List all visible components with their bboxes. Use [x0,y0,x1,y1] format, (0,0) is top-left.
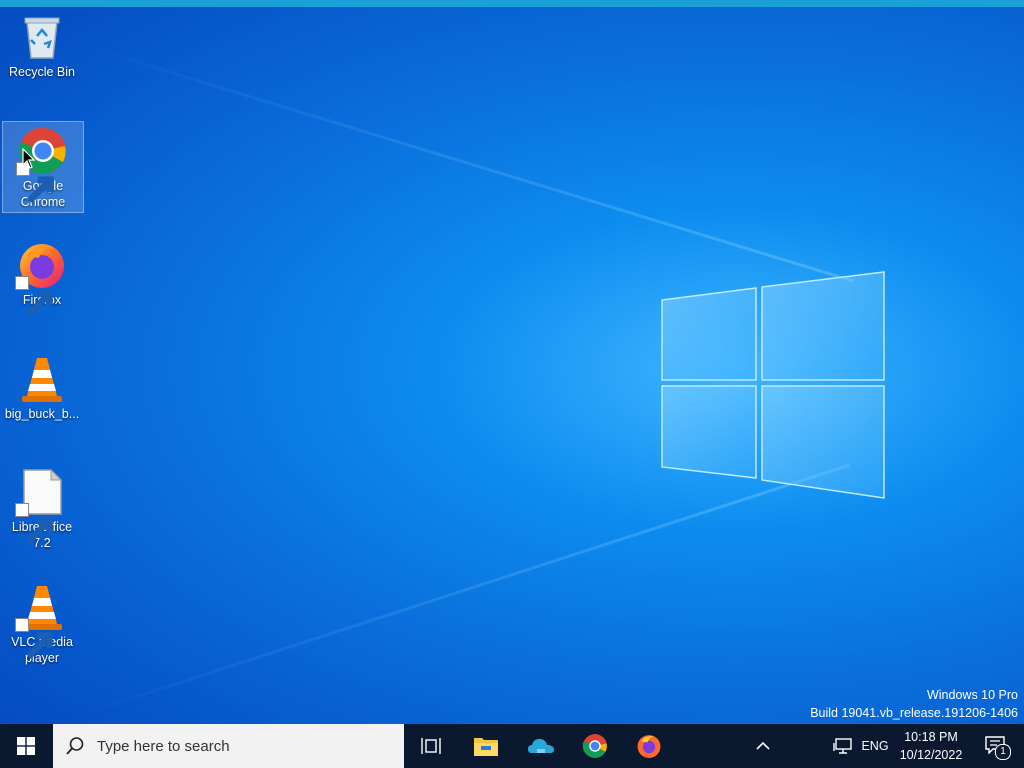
shortcut-arrow-icon [15,618,53,659]
onedrive-icon [528,738,554,753]
desktop-icon-firefox[interactable]: Firefox [2,236,82,317]
network-icon [833,738,852,754]
desktop-icon-recycle-bin[interactable]: Recycle Bin [2,8,82,80]
desktop-icon-libreoffice[interactable]: LibreOffice 7.2 [2,463,82,551]
shortcut-arrow-icon [15,503,53,544]
task-view-button[interactable] [407,724,455,768]
action-center-button[interactable]: 1 [972,724,1020,768]
clock-date: 10/12/2022 [899,748,963,762]
file-explorer-icon [474,738,498,756]
desktop-icon-big-buck-bunny[interactable]: big_buck_b... [2,350,82,422]
notification-count-badge: 1 [995,744,1011,760]
firefox-taskbar-button[interactable] [625,724,673,768]
windows-logo-wallpaper [660,270,886,500]
search-icon [66,737,84,755]
task-view-icon [421,738,441,754]
desktop-icon-label: big_buck_b... [4,407,80,421]
build-text: Build 19041.vb_release.191206-1406 [810,706,1018,720]
light-beam-bottom [60,463,851,723]
chevron-up-icon [756,741,770,750]
firefox-icon [15,240,67,317]
show-hidden-icons-button[interactable] [748,724,778,768]
language-text: ENG [861,739,889,753]
file-explorer-button[interactable] [462,724,510,768]
vlc-icon [17,354,67,404]
taskbar-search-box[interactable]: Type here to search [53,724,404,768]
network-button[interactable] [828,724,858,768]
onedrive-button[interactable] [517,724,565,768]
top-strip [0,0,1024,7]
taskbar: Type here to search ENG 10:18 PM 10/12/2… [0,724,1024,768]
start-button[interactable] [0,724,52,768]
libreoffice-icon [15,467,67,544]
language-indicator[interactable]: ENG [858,724,892,768]
search-placeholder: Type here to search [97,737,230,755]
desktop-icon-vlc-media-player[interactable]: VLC media player [2,578,82,666]
recycle-bin-icon [17,12,67,62]
clock[interactable]: 10:18 PM 10/12/2022 [895,724,967,768]
edition-text: Windows 10 Pro [926,688,1018,702]
windows-start-icon [17,737,35,755]
firefox-icon [637,735,661,758]
light-beam-top [69,40,855,283]
chrome-icon [582,734,607,758]
chrome-taskbar-button[interactable] [571,724,619,768]
desktop-icon-google-chrome[interactable]: Google Chrome [2,121,84,213]
desktop-icon-label: Recycle Bin [9,65,75,79]
shortcut-arrow-icon [15,276,53,317]
mouse-cursor-icon [22,147,36,170]
clock-time: 10:18 PM [904,730,958,744]
vlc-icon [15,582,67,659]
windows-watermark: Windows 10 Pro Build 19041.vb_release.19… [810,686,1018,722]
